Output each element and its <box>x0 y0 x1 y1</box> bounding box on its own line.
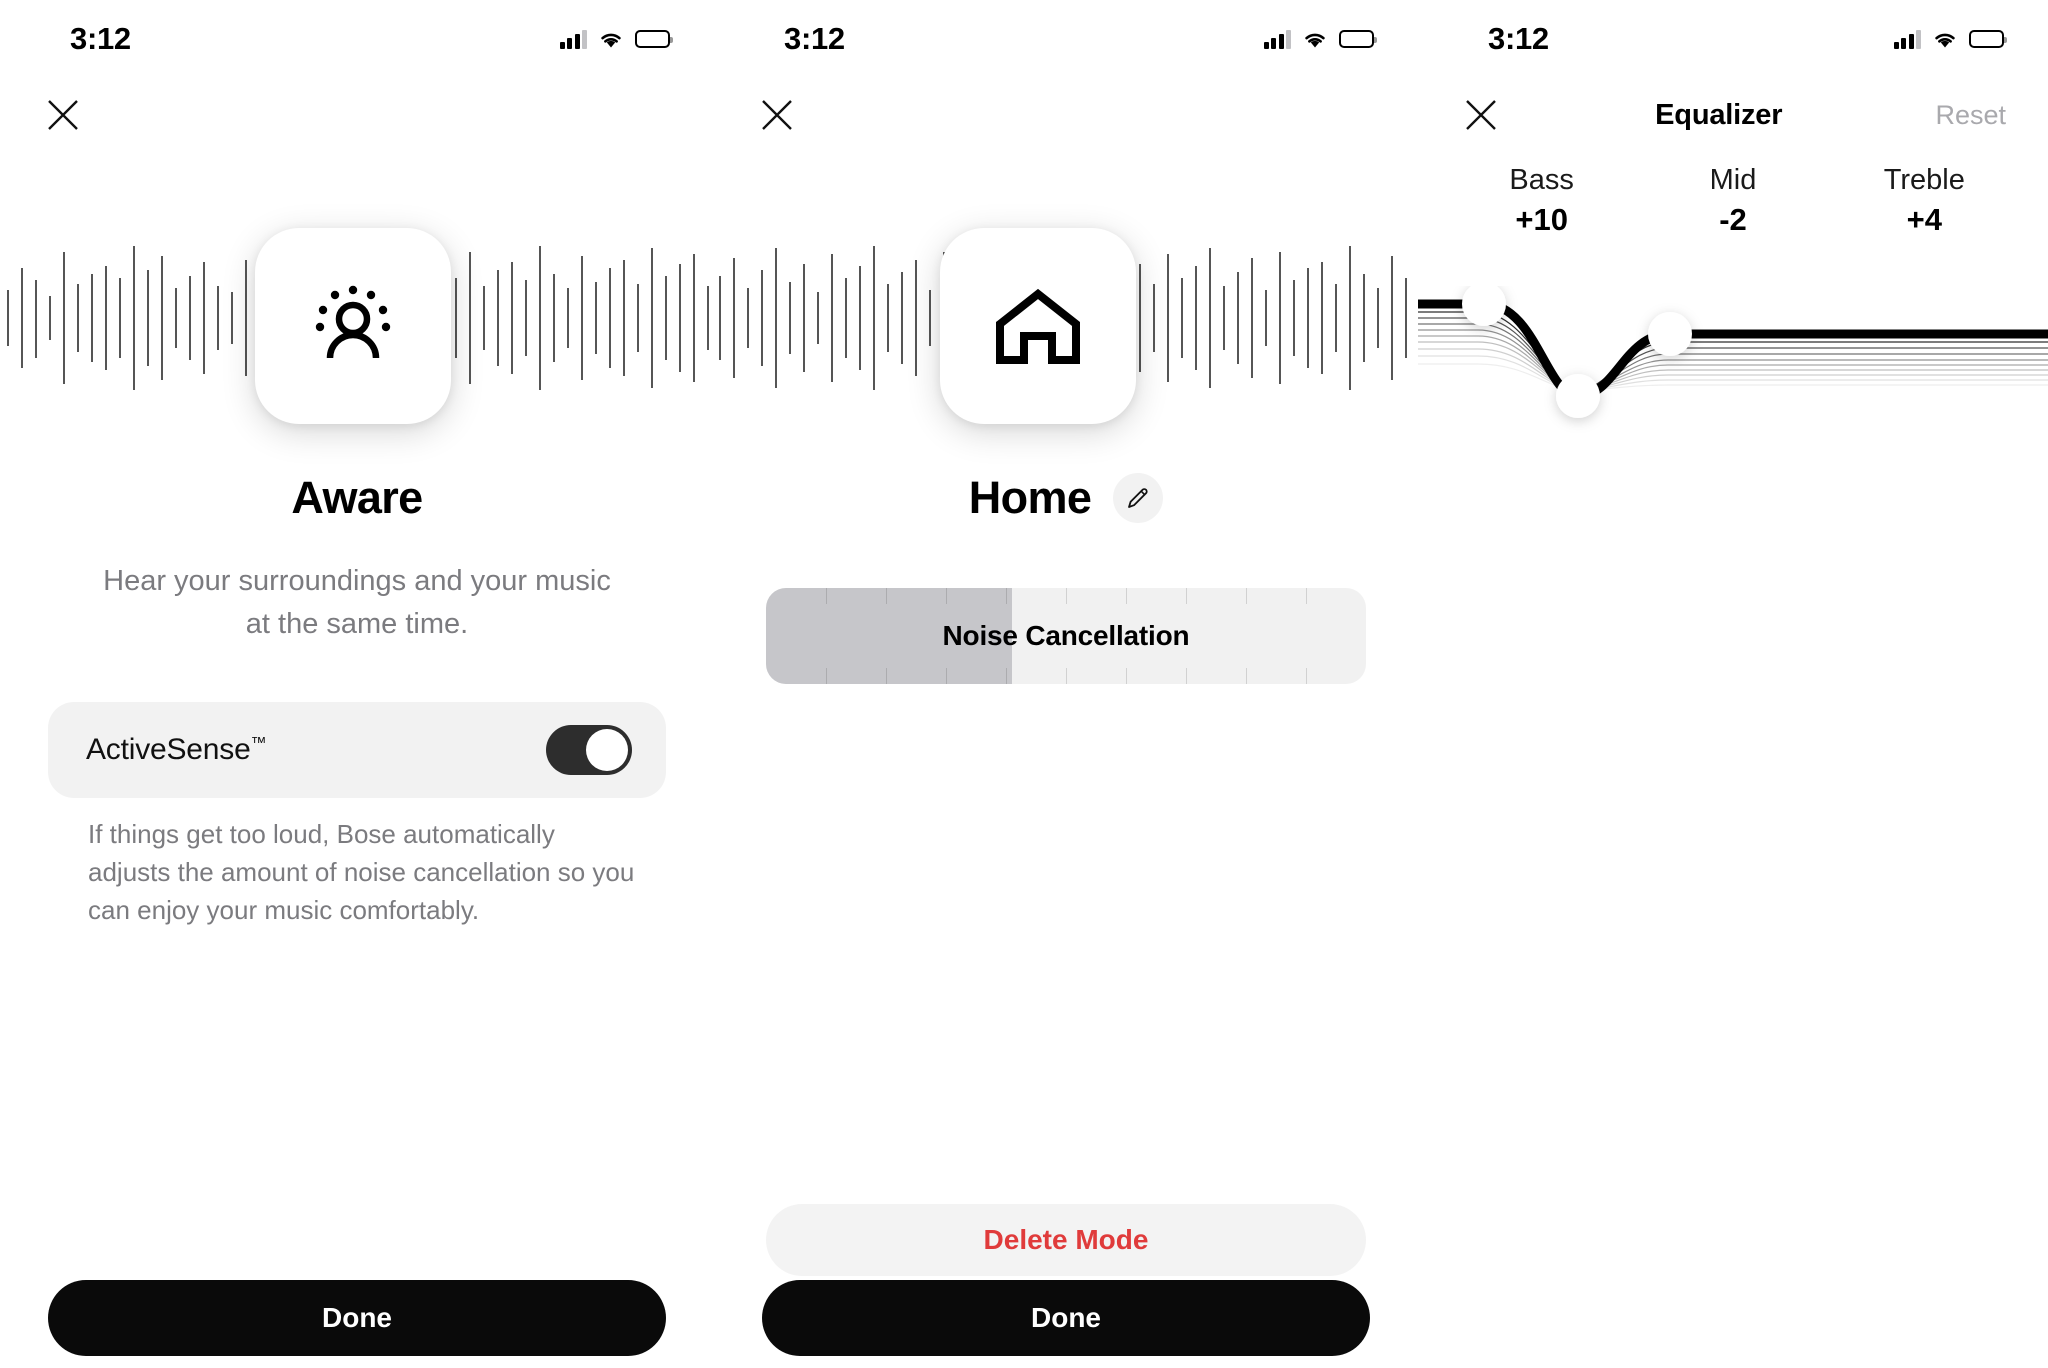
app-screenshot: 3:12 Aware Hear your surroundings and yo… <box>0 0 2048 1368</box>
eq-band-bass: Bass +10 <box>1447 160 1636 240</box>
battery-icon <box>1969 30 2007 48</box>
status-bar: 3:12 <box>0 0 714 78</box>
slider-label: Noise Cancellation <box>942 620 1190 651</box>
panel-aware-mode: 3:12 Aware Hear your surroundings and yo… <box>0 0 714 1368</box>
mode-tile-home[interactable] <box>940 228 1136 424</box>
eq-band-name: Bass <box>1509 164 1574 196</box>
aware-person-sensing-icon <box>315 285 391 359</box>
status-icon-group <box>1893 29 2007 49</box>
panel-top-bar <box>714 78 1418 152</box>
activesense-label: ActiveSense™ <box>86 733 267 766</box>
delete-mode-button[interactable]: Delete Mode <box>766 1204 1366 1276</box>
status-bar: 3:12 <box>714 0 1418 78</box>
eq-band-value: +10 <box>1515 202 1568 237</box>
eq-response-curve-graph[interactable] <box>1418 286 2048 456</box>
cellular-signal-icon <box>559 29 587 49</box>
eq-handle-mid[interactable] <box>1556 374 1600 418</box>
battery-icon <box>635 30 673 48</box>
mode-tile-aware[interactable] <box>255 228 451 424</box>
eq-band-value: -2 <box>1719 202 1747 237</box>
mode-title-row: Aware <box>0 472 714 524</box>
status-icon-group <box>559 29 673 49</box>
edit-mode-name-button[interactable] <box>1113 473 1164 523</box>
status-time: 3:12 <box>70 21 131 56</box>
panel-top-bar <box>0 78 714 152</box>
mode-subtitle: Hear your surroundings and your music at… <box>103 565 611 640</box>
activesense-help-text: If things get too loud, Bose automatical… <box>88 819 635 925</box>
cellular-signal-icon <box>1263 29 1291 49</box>
trademark-mark: ™ <box>250 735 267 752</box>
panel-equalizer: 3:12 Equalizer Reset Bass +10 Mid -2 Tre… <box>1418 0 2048 1368</box>
page-title: Equalizer <box>1655 98 1783 131</box>
eq-band-name: Mid <box>1709 164 1757 196</box>
mode-title-row: Home <box>714 472 1418 524</box>
panel-top-bar: Equalizer Reset <box>1418 78 2048 152</box>
battery-icon <box>1339 30 1377 48</box>
close-icon[interactable] <box>42 94 84 136</box>
wifi-icon <box>1305 33 1325 48</box>
eq-ghost-curves <box>1418 311 2048 391</box>
status-time: 3:12 <box>784 21 845 56</box>
wifi-icon <box>1935 33 1955 48</box>
eq-handle-treble[interactable] <box>1648 312 1692 356</box>
eq-band-mid: Mid -2 <box>1638 160 1827 240</box>
close-icon[interactable] <box>1460 94 1502 136</box>
cellular-signal-icon <box>1893 29 1921 49</box>
home-icon <box>996 288 1080 364</box>
eq-band-value: +4 <box>1906 202 1942 237</box>
pencil-edit-icon <box>1128 488 1148 508</box>
status-time: 3:12 <box>1488 21 1549 56</box>
eq-handle-bass[interactable] <box>1462 286 1506 326</box>
close-icon[interactable] <box>756 94 798 136</box>
mode-title: Home <box>968 472 1092 523</box>
done-button[interactable]: Done <box>762 1280 1370 1356</box>
noise-cancellation-slider[interactable]: Noise Cancellation <box>766 588 1366 684</box>
eq-band-treble: Treble +4 <box>1830 160 2019 240</box>
activesense-setting-row[interactable]: ActiveSense™ <box>48 702 666 798</box>
toggle-knob <box>586 729 628 771</box>
eq-band-name: Treble <box>1883 164 1965 196</box>
wifi-icon <box>601 33 621 48</box>
mode-title: Aware <box>291 472 423 523</box>
done-button[interactable]: Done <box>48 1280 666 1356</box>
activesense-toggle[interactable] <box>546 725 632 775</box>
status-icon-group <box>1263 29 1377 49</box>
reset-button[interactable]: Reset <box>1935 100 2006 131</box>
eq-band-readouts: Bass +10 Mid -2 Treble +4 <box>1418 160 2048 240</box>
panel-home-mode: 3:12 Home Noise Cancellation Delete Mode… <box>714 0 1418 1368</box>
status-bar: 3:12 <box>1418 0 2048 78</box>
